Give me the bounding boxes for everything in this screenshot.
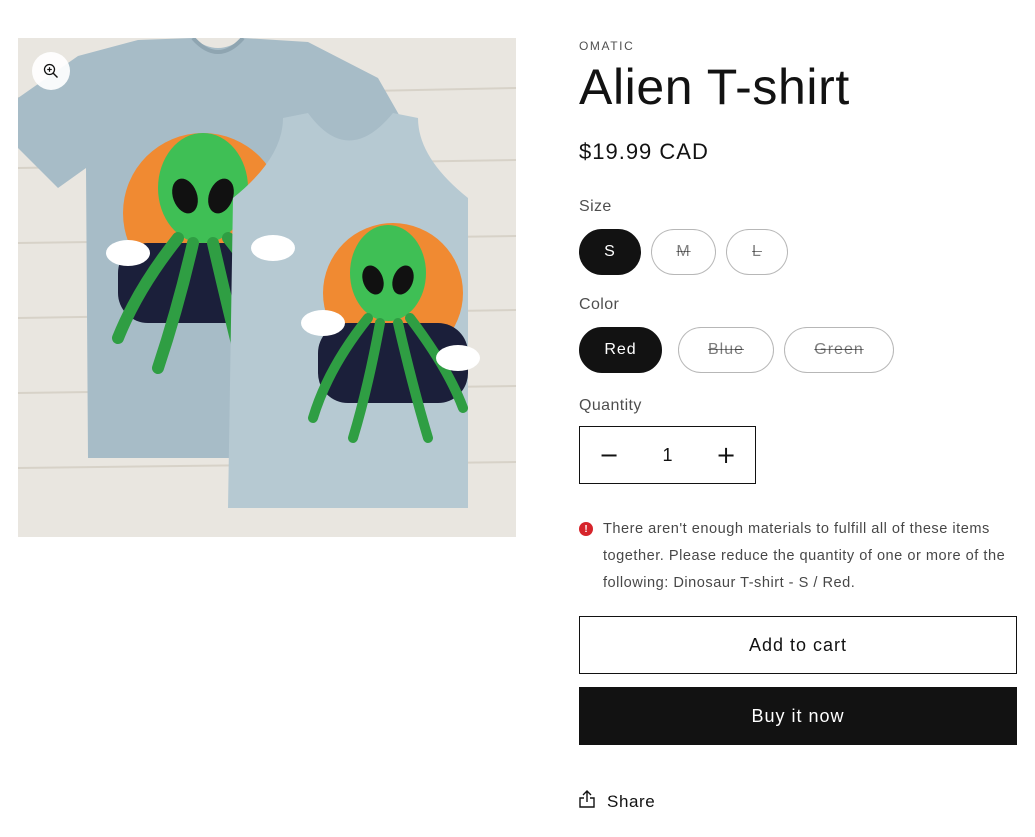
quantity-stepper: − + — [579, 426, 756, 484]
increase-quantity-button[interactable]: + — [697, 427, 755, 483]
zoom-icon[interactable] — [32, 52, 70, 90]
error-message: ! There aren't enough materials to fulfi… — [579, 516, 1009, 597]
buy-now-button[interactable]: Buy it now — [579, 687, 1017, 745]
alien-shirt-illustration — [18, 38, 516, 537]
size-options: S M L — [579, 229, 788, 275]
share-button[interactable]: Share — [579, 790, 655, 813]
color-option-green[interactable]: Green — [784, 327, 894, 373]
share-icon — [579, 790, 595, 813]
add-to-cart-button[interactable]: Add to cart — [579, 616, 1017, 674]
decrease-quantity-button[interactable]: − — [580, 427, 638, 483]
color-option-red[interactable]: Red — [579, 327, 662, 373]
quantity-label: Quantity — [579, 397, 642, 414]
product-price: $19.99 CAD — [579, 139, 709, 164]
product-title: Alien T-shirt — [579, 59, 850, 115]
share-label: Share — [607, 791, 656, 811]
size-label: Size — [579, 198, 612, 215]
error-icon: ! — [579, 522, 593, 536]
minus-icon: − — [598, 441, 620, 469]
product-vendor: OMATIC — [579, 39, 635, 53]
product-image[interactable] — [18, 38, 516, 537]
size-option-l[interactable]: L — [726, 229, 788, 275]
color-option-blue[interactable]: Blue — [678, 327, 774, 373]
quantity-input[interactable] — [638, 427, 697, 483]
plus-icon: + — [715, 441, 737, 469]
color-options: Red Blue Green — [579, 327, 894, 373]
color-label: Color — [579, 296, 620, 313]
size-option-s[interactable]: S — [579, 229, 641, 275]
size-option-m[interactable]: M — [651, 229, 716, 275]
error-text: There aren't enough materials to fulfill… — [603, 521, 1006, 591]
